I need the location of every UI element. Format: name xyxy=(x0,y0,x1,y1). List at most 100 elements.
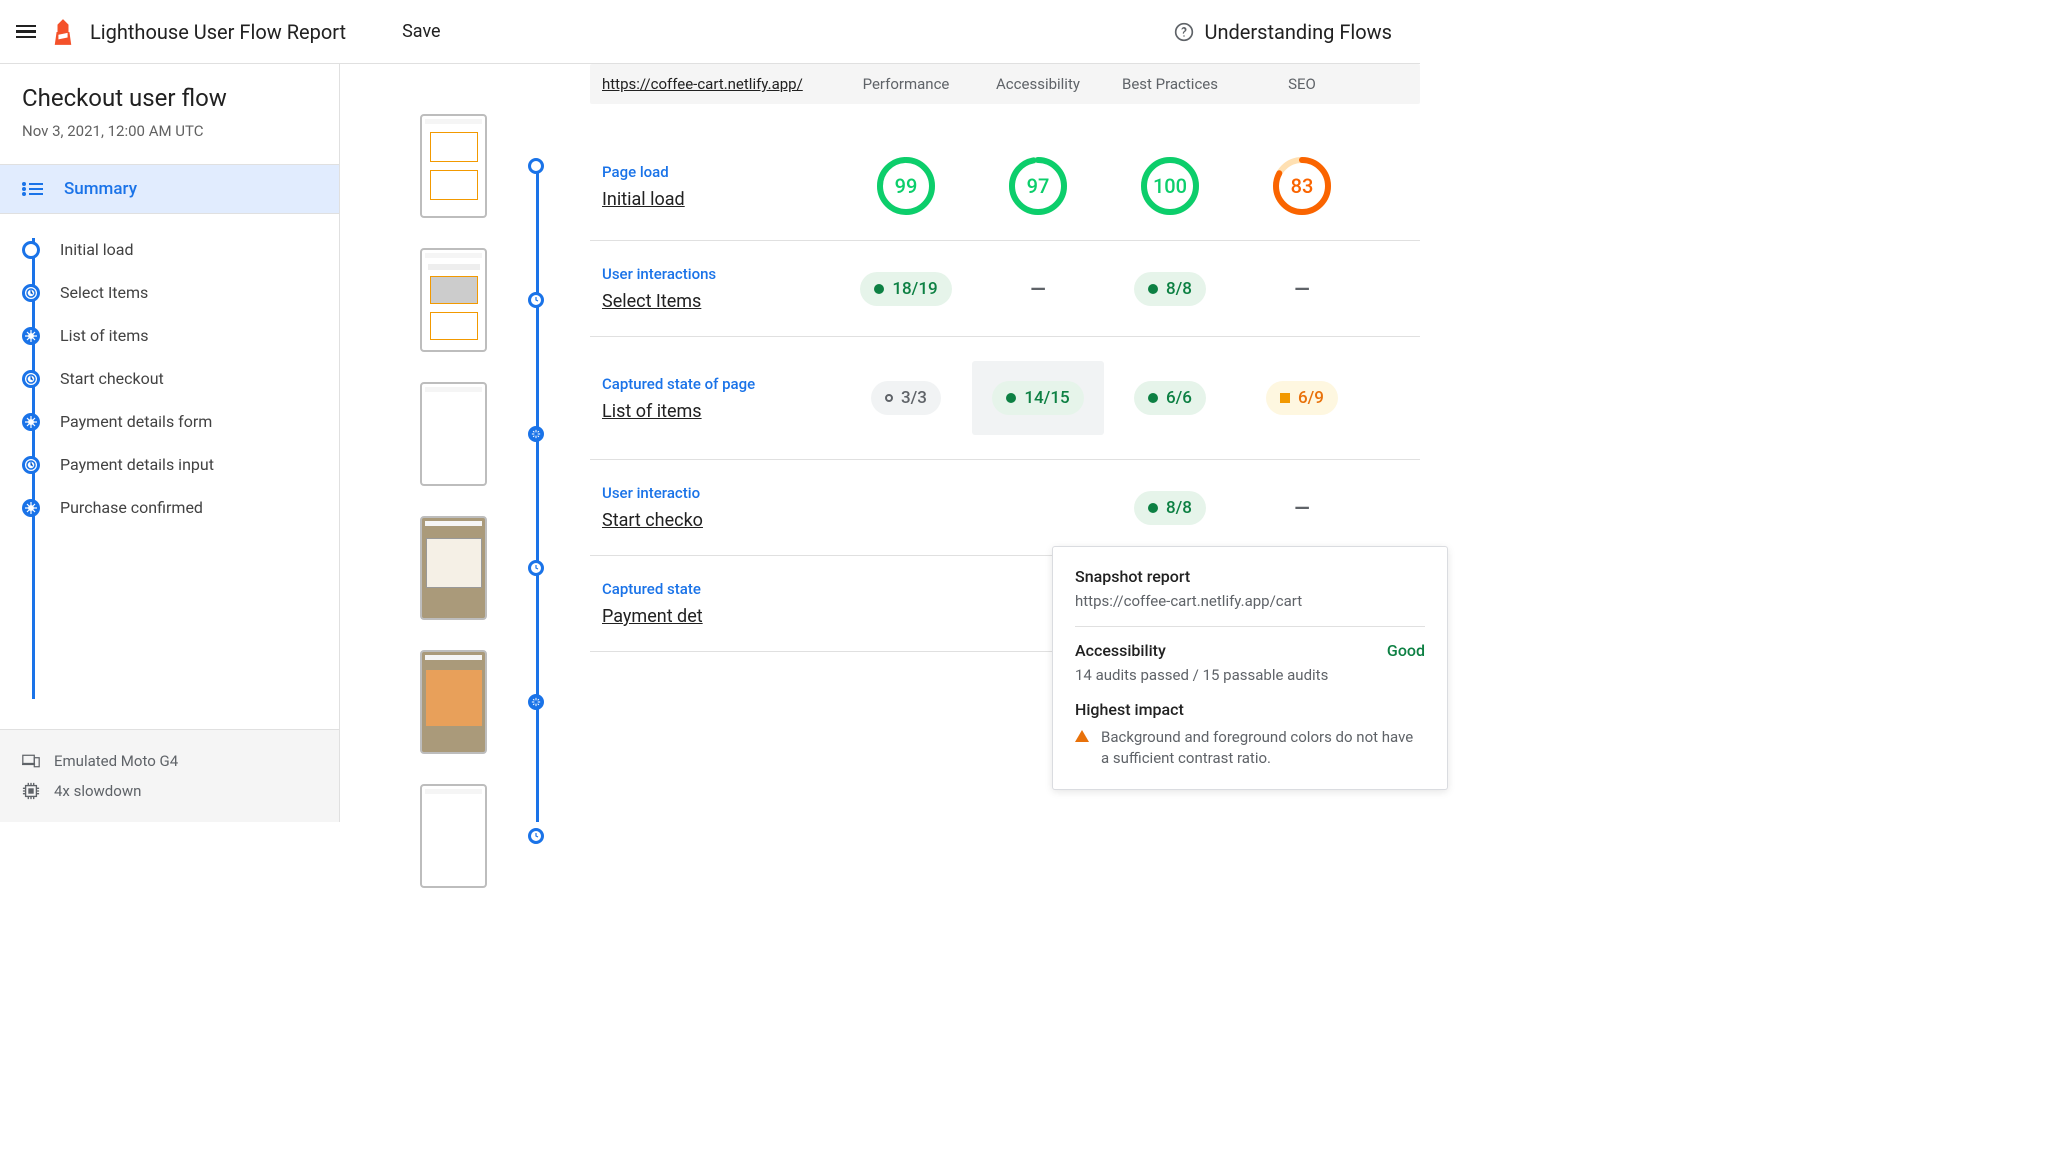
list-icon xyxy=(22,182,44,196)
score-cell: 83 xyxy=(1236,156,1368,216)
sidebar-step-2[interactable]: List of items xyxy=(22,314,317,357)
main: Checkout user flow Nov 3, 2021, 12:00 AM… xyxy=(0,64,1420,822)
score-cell: 100 xyxy=(1104,156,1236,216)
dot-icon xyxy=(1148,284,1158,294)
flow-title: Checkout user flow xyxy=(22,84,317,112)
lighthouse-logo-icon xyxy=(52,19,74,45)
step-label: List of items xyxy=(60,326,149,345)
timespan-icon xyxy=(22,370,40,388)
snapshot-icon xyxy=(528,694,544,710)
score-gauge: 97 xyxy=(1008,156,1068,216)
cpu-icon xyxy=(22,782,40,800)
step-label: Initial load xyxy=(60,240,134,259)
row-type: Page load xyxy=(602,163,840,181)
score-cell: 14/15 xyxy=(972,361,1104,435)
row-title-link[interactable]: Select Items xyxy=(602,291,840,312)
score-cell: 6/6 xyxy=(1104,381,1236,415)
page-title: Lighthouse User Flow Report xyxy=(90,20,346,44)
score-pill[interactable]: 8/8 xyxy=(1134,272,1206,306)
sidebar-step-0[interactable]: Initial load xyxy=(22,228,317,271)
score-pill[interactable]: 14/15 xyxy=(992,381,1083,415)
snapshot-icon xyxy=(528,426,544,442)
score-pill[interactable]: 18/19 xyxy=(860,272,951,306)
timeline-item-2[interactable] xyxy=(420,382,590,486)
save-button[interactable]: Save xyxy=(402,21,441,42)
dot-icon xyxy=(1148,503,1158,513)
step-list: Initial load Select Items List of items Sta… xyxy=(0,214,339,729)
sidebar-step-5[interactable]: Payment details input xyxy=(22,443,317,486)
score-pill[interactable]: 8/8 xyxy=(1134,491,1206,525)
tooltip-detail: 14 audits passed / 15 passable audits xyxy=(1075,666,1425,684)
thumbnail xyxy=(420,650,487,754)
sidebar-footer: Emulated Moto G4 4x slowdown xyxy=(0,729,339,822)
timeline-item-5[interactable] xyxy=(420,784,590,888)
timespan-icon xyxy=(528,560,544,576)
sidebar-header: Checkout user flow Nov 3, 2021, 12:00 AM… xyxy=(0,84,339,164)
step-label: Select Items xyxy=(60,283,148,302)
report-row-1: User interactionsSelect Items18/19—8/8— xyxy=(590,241,1420,337)
tooltip-impact: Background and foreground colors do not … xyxy=(1075,727,1425,769)
dash: — xyxy=(1030,277,1045,301)
sidebar-step-4[interactable]: Payment details form xyxy=(22,400,317,443)
step-label: Payment details input xyxy=(60,455,214,474)
sidebar-step-6[interactable]: Purchase confirmed xyxy=(22,486,317,529)
dot-icon xyxy=(1006,393,1016,403)
col-seo: SEO xyxy=(1236,75,1368,93)
triangle-icon xyxy=(1075,730,1089,742)
timeline-item-0[interactable] xyxy=(420,114,590,218)
device-info: Emulated Moto G4 xyxy=(22,746,317,776)
header-left: Lighthouse User Flow Report Save xyxy=(16,19,1174,45)
timespan-icon xyxy=(528,828,544,844)
row-info: Captured state Payment det xyxy=(590,580,840,627)
menu-icon[interactable] xyxy=(16,22,36,42)
timeline-item-4[interactable] xyxy=(420,650,590,754)
timespan-icon xyxy=(22,456,40,474)
tooltip-category: Accessibility xyxy=(1075,641,1166,660)
row-type: User interactions xyxy=(602,265,840,283)
help-icon[interactable] xyxy=(1174,22,1194,42)
devices-icon xyxy=(22,754,40,768)
sidebar-step-1[interactable]: Select Items xyxy=(22,271,317,314)
snapshot-icon xyxy=(22,327,40,345)
thumbnail xyxy=(420,114,487,218)
score-pill[interactable]: 6/9 xyxy=(1266,381,1338,415)
report-row-2: Captured state of page List of items 3/3 14… xyxy=(590,337,1420,460)
timespan-icon xyxy=(22,284,40,302)
row-title-link[interactable]: Initial load xyxy=(602,189,840,210)
row-type: Captured state of page xyxy=(602,375,840,393)
header: Lighthouse User Flow Report Save Underst… xyxy=(0,0,1420,64)
navigation-icon xyxy=(22,241,40,259)
timeline-item-1[interactable] xyxy=(420,248,590,352)
header-right: Understanding Flows xyxy=(1174,20,1392,44)
understanding-link[interactable]: Understanding Flows xyxy=(1204,20,1392,44)
timespan-icon xyxy=(528,292,544,308)
thumbnail xyxy=(420,382,487,486)
tooltip-url: https://coffee-cart.netlify.app/cart xyxy=(1075,592,1425,627)
row-title-link[interactable]: Payment det xyxy=(602,606,840,627)
score-cell: — xyxy=(972,277,1104,301)
flow-date: Nov 3, 2021, 12:00 AM UTC xyxy=(22,122,317,140)
row-type: Captured state xyxy=(602,580,840,598)
summary-label: Summary xyxy=(64,179,137,199)
score-pill[interactable]: 6/6 xyxy=(1134,381,1206,415)
tooltip-impact-title: Highest impact xyxy=(1075,700,1425,719)
tooltip-title: Snapshot report xyxy=(1075,567,1425,586)
row-title-link[interactable]: Start checko xyxy=(602,510,840,531)
circle-icon xyxy=(885,394,893,402)
score-pill[interactable]: 3/3 xyxy=(871,381,941,415)
snapshot-icon xyxy=(22,499,40,517)
sidebar-step-3[interactable]: Start checkout xyxy=(22,357,317,400)
score-cell: 99 xyxy=(840,156,972,216)
report-url-link[interactable]: https://coffee-cart.netlify.app/ xyxy=(602,75,803,93)
device-label: Emulated Moto G4 xyxy=(54,752,178,770)
reports-header: https://coffee-cart.netlify.app/ Perform… xyxy=(590,64,1420,104)
sidebar-item-summary[interactable]: Summary xyxy=(0,164,339,214)
timeline-item-3[interactable] xyxy=(420,516,590,620)
score-cell: 3/3 xyxy=(840,381,972,415)
row-title-link[interactable]: List of items xyxy=(602,401,840,422)
square-icon xyxy=(1280,393,1290,403)
col-performance: Performance xyxy=(840,75,972,93)
dot-icon xyxy=(1148,393,1158,403)
row-type: User interactio xyxy=(602,484,840,502)
score-cell: — xyxy=(1236,496,1368,520)
